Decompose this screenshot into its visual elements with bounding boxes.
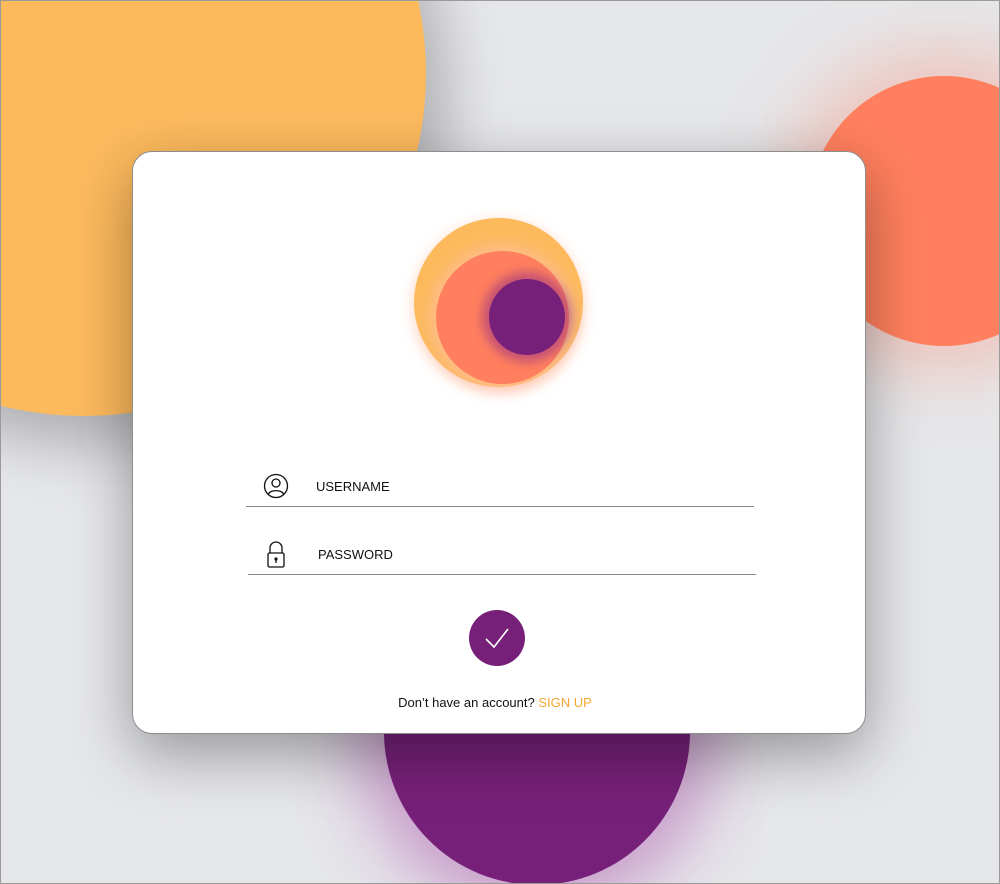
user-icon [263,473,289,499]
checkmark-icon [485,628,509,649]
signup-prompt: Don’t have an account? [398,695,535,710]
logo [414,218,589,393]
logo-inner-circle [489,279,565,355]
login-card: Don’t have an account? SIGN UP [132,151,866,734]
submit-button[interactable] [469,610,525,666]
username-input[interactable] [316,476,736,496]
password-input[interactable] [318,544,738,564]
lock-icon [267,541,285,568]
signup-row: Don’t have an account? SIGN UP [133,695,857,710]
password-field [248,516,756,575]
signup-link[interactable]: SIGN UP [538,695,591,710]
username-field [246,448,754,507]
background: Don’t have an account? SIGN UP [0,0,1000,884]
